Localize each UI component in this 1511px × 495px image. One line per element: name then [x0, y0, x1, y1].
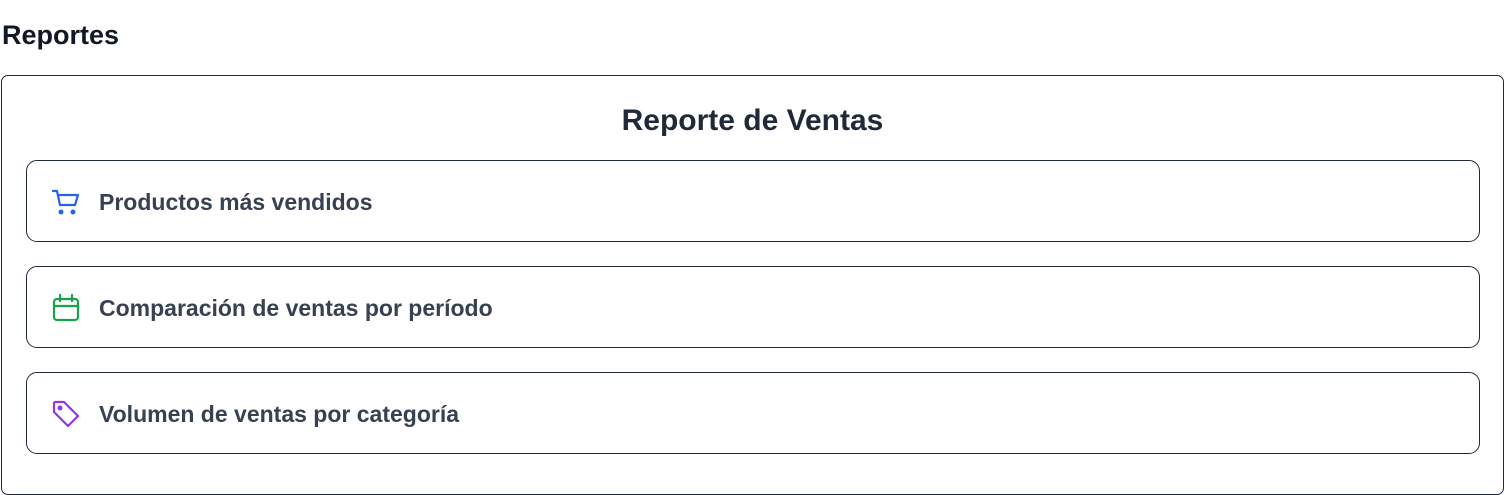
report-item-period-comparison[interactable]: Comparación de ventas por período	[26, 266, 1480, 348]
report-item-label: Volumen de ventas por categoría	[99, 401, 460, 427]
report-item-label: Productos más vendidos	[99, 189, 373, 215]
card-title: Reporte de Ventas	[621, 104, 884, 137]
page-title: Reportes	[2, 20, 120, 50]
calendar-icon	[51, 293, 81, 323]
tag-icon	[51, 399, 81, 429]
report-item-label: Comparación de ventas por período	[99, 295, 493, 321]
shopping-cart-icon	[51, 187, 81, 217]
report-item-category-volume[interactable]: Volumen de ventas por categoría	[26, 372, 1480, 454]
sales-report-card: Reporte de Ventas Productos más vendidos…	[1, 75, 1504, 495]
report-item-top-products[interactable]: Productos más vendidos	[26, 160, 1480, 242]
